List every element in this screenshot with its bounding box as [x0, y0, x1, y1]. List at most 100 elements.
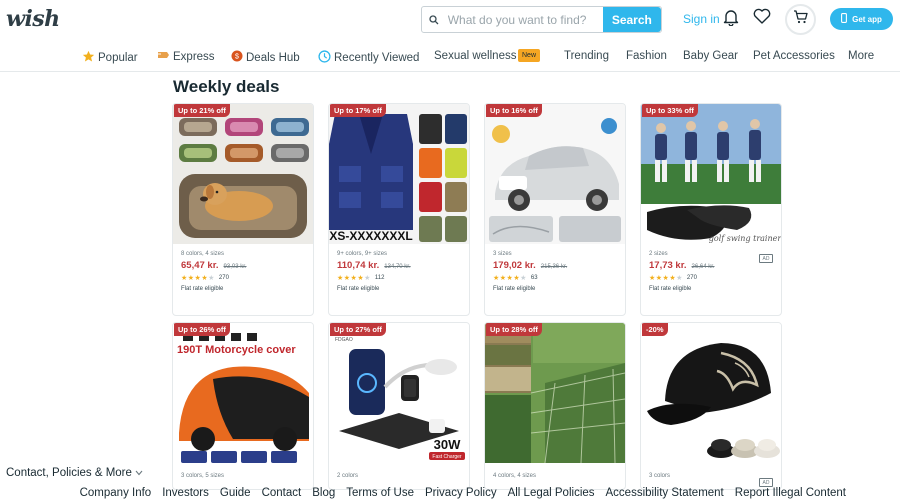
product-old-price: 93,03 kr.: [223, 264, 247, 270]
image-watt-text: 30W: [434, 437, 461, 452]
new-badge: New: [518, 49, 541, 62]
product-old-price: 134,70 kr.: [384, 264, 411, 270]
nav-item-sexual-wellness[interactable]: Sexual wellness: [434, 50, 516, 62]
product-old-price: 215,36 kr.: [540, 264, 568, 270]
search-input[interactable]: [445, 7, 603, 32]
rating-stars: ★★★★★: [493, 275, 527, 282]
rating-count: 112: [374, 275, 385, 281]
nav-label: Pet Accessories: [753, 50, 835, 62]
footer-link-report[interactable]: Report Illegal Content: [735, 487, 846, 504]
nav-item-express[interactable]: Express: [156, 50, 215, 63]
product-variants: 3 sizes: [493, 251, 512, 257]
search-button[interactable]: Search: [602, 7, 661, 32]
express-icon: [156, 50, 170, 63]
clock-icon: [318, 50, 331, 66]
nav-item-deals-hub[interactable]: $ Deals Hub: [231, 50, 300, 65]
discount-badge: Up to 26% off: [174, 323, 230, 336]
search-icon: [422, 7, 446, 32]
nav-item-recently-viewed[interactable]: Recently Viewed: [318, 50, 419, 66]
product-info: 2 colors: [337, 473, 465, 479]
nav-item-popular[interactable]: Popular: [82, 50, 138, 66]
product-card[interactable]: Up to 26% off 190T Motorcycle cover 3 co…: [172, 322, 314, 490]
nav-item-more[interactable]: More: [848, 50, 874, 62]
product-card[interactable]: Up to 33% off golf swing trainer AD 2 si…: [640, 103, 782, 316]
discount-badge: Up to 33% off: [642, 104, 698, 117]
nav-label: Deals Hub: [246, 51, 300, 64]
product-image-vests[interactable]: XS-XXXXXXXL: [329, 104, 469, 244]
product-variants: 8 colors, 4 sizes: [181, 251, 225, 257]
nav-label: More: [848, 50, 875, 62]
cart-icon: [793, 10, 808, 29]
product-card[interactable]: Up to 21% off 8 colors, 4 sizes 65,47 kr…: [172, 103, 314, 316]
product-variants: 2 colors: [337, 473, 359, 479]
footer-link-blog[interactable]: Blog: [312, 487, 335, 504]
product-variants: 2 sizes: [649, 251, 668, 257]
bell-icon[interactable]: [723, 8, 743, 28]
shipping-label: Flat rate eligible: [649, 286, 692, 292]
nav-label: Sexual wellness: [434, 50, 517, 62]
footer-link-terms[interactable]: Terms of Use: [346, 487, 414, 504]
nav-item-fashion[interactable]: Fashion: [626, 50, 667, 62]
product-variants: 9+ colors, 9+ sizes: [337, 251, 388, 257]
product-price: 65,47 kr.: [181, 260, 219, 271]
footer-link-contact[interactable]: Contact: [262, 487, 302, 504]
nav-label: Recently Viewed: [334, 52, 420, 64]
rating-count: 270: [686, 275, 697, 281]
product-card[interactable]: -20% AD 3 colors: [640, 322, 782, 490]
footer-link-privacy[interactable]: Privacy Policy: [425, 487, 497, 504]
rating-count: 270: [218, 275, 229, 281]
product-info: 8 colors, 4 sizes 65,47 kr. 93,03 kr. ★★…: [181, 251, 309, 292]
wish-logo[interactable]: wish: [6, 6, 60, 32]
shipping-label: Flat rate eligible: [493, 286, 536, 292]
product-image-dragon-cap[interactable]: [641, 323, 781, 463]
footer-link-legal[interactable]: All Legal Policies: [508, 487, 595, 504]
sign-in-link[interactable]: Sign in: [683, 12, 720, 26]
footer-link-investors[interactable]: Investors: [162, 487, 209, 504]
product-image-dog-bed[interactable]: [173, 104, 313, 244]
ad-icon: AD: [759, 478, 773, 487]
product-info: 3 colors, 5 sizes: [181, 473, 309, 479]
header: wish Search Sign in Get app: [0, 0, 900, 40]
chevron-down-icon: [135, 467, 143, 479]
footer-link-accessibility[interactable]: Accessibility Statement: [606, 487, 724, 504]
product-card[interactable]: Up to 17% off XS-XXXXXXXL 9+ colors, 9+ …: [328, 103, 470, 316]
search-bar: Search: [421, 6, 662, 33]
nav-label: Baby Gear: [683, 50, 738, 62]
product-image-wireless-charger[interactable]: FDGAO 30W Fast Charger: [329, 323, 469, 463]
image-size-text: XS-XXXXXXXL: [329, 229, 412, 243]
rating-stars: ★★★★★: [181, 275, 215, 282]
product-card[interactable]: Up to 28% off 4 colors, 4 sizes: [484, 322, 626, 490]
cart-button[interactable]: [785, 4, 816, 35]
nav-label: Express: [173, 50, 215, 63]
image-title-text: 190T Motorcycle cover: [177, 344, 296, 356]
nav-item-trending[interactable]: Trending: [564, 50, 609, 62]
product-old-price: 26,64 kr.: [691, 264, 715, 270]
nav-item-baby-gear[interactable]: Baby Gear: [683, 50, 738, 62]
get-app-button[interactable]: Get app: [830, 8, 893, 30]
product-info: 9+ colors, 9+ sizes 110,74 kr. 134,70 kr…: [337, 251, 465, 292]
product-card[interactable]: Up to 16% off 3 sizes 179,02 kr. 215,36 …: [484, 103, 626, 316]
product-info: 3 sizes 179,02 kr. 215,36 kr. ★★★★★ 63 F…: [493, 251, 621, 292]
product-image-camo-net[interactable]: [485, 323, 625, 463]
contact-label: Contact, Policies & More: [6, 467, 132, 479]
nav-item-pet-accessories[interactable]: Pet Accessories: [753, 50, 835, 62]
product-image-golf-trainer[interactable]: golf swing trainer: [641, 104, 781, 244]
image-caption-text: golf swing trainer: [709, 234, 781, 243]
contact-policies-toggle[interactable]: Contact, Policies & More: [6, 467, 143, 479]
product-price: 110,74 kr.: [337, 260, 380, 271]
product-info: 3 colors: [649, 473, 777, 479]
svg-text:$: $: [235, 54, 239, 61]
image-subtext: Fast Charger: [432, 454, 462, 460]
product-variants: 3 colors, 5 sizes: [181, 473, 225, 479]
product-variants: 4 colors, 4 sizes: [493, 473, 537, 479]
rating-stars: ★★★★★: [649, 275, 683, 282]
product-image-car-cover[interactable]: [485, 104, 625, 244]
footer-link-guide[interactable]: Guide: [220, 487, 251, 504]
product-image-motorcycle-cover[interactable]: 190T Motorcycle cover: [173, 323, 313, 463]
product-variants: 3 colors: [649, 473, 671, 479]
footer-link-company-info[interactable]: Company Info: [80, 487, 152, 504]
product-card[interactable]: Up to 27% off FDGAO 30W Fast Charger 2 c…: [328, 322, 470, 490]
deals-icon: $: [231, 50, 243, 65]
heart-icon[interactable]: [753, 8, 773, 28]
product-info: 4 colors, 4 sizes: [493, 473, 621, 479]
